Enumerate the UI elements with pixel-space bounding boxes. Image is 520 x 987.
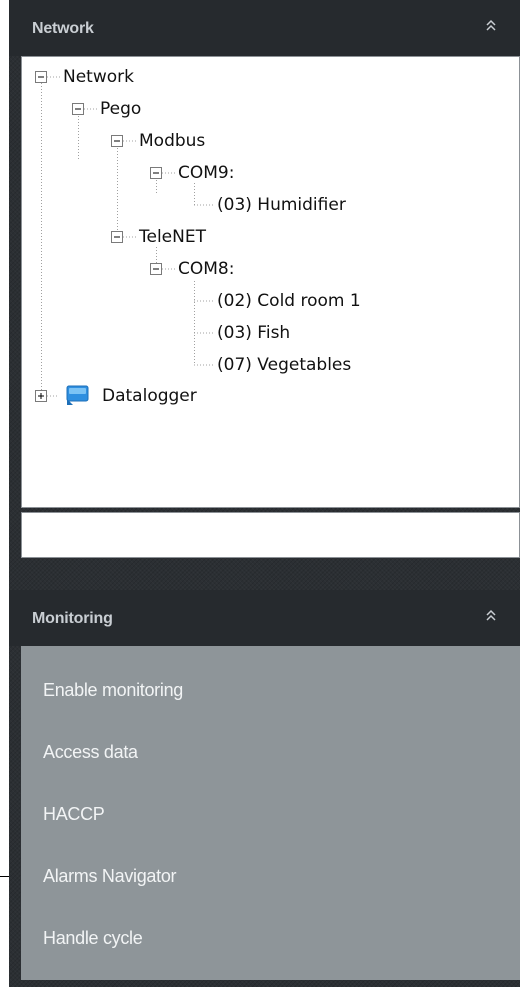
- datalogger-icon: [66, 385, 89, 405]
- network-filter-input[interactable]: [21, 512, 520, 558]
- network-panel-header[interactable]: Network: [9, 0, 520, 56]
- menu-item-alarms-navigator[interactable]: Alarms Navigator: [43, 866, 177, 887]
- collapse-toggle-icon[interactable]: [35, 71, 48, 84]
- collapse-icon[interactable]: [484, 606, 498, 626]
- tree-node-telenet[interactable]: TeleNET: [139, 227, 206, 247]
- tree-node-vegetables[interactable]: (07) Vegetables: [217, 355, 351, 375]
- menu-item-access-data[interactable]: Access data: [43, 742, 138, 763]
- network-panel-title: Network: [32, 20, 94, 37]
- monitoring-panel-title: Monitoring: [32, 610, 113, 627]
- collapse-toggle-icon[interactable]: [72, 103, 85, 116]
- tree-node-com9[interactable]: COM9:: [178, 163, 234, 183]
- tree-node-network[interactable]: Network: [63, 67, 134, 87]
- tree-node-humidifier[interactable]: (03) Humidifier: [217, 195, 346, 215]
- network-tree[interactable]: Network Pego Modbus COM9: (03) Humidifie…: [21, 56, 520, 508]
- menu-item-enable-monitoring[interactable]: Enable monitoring: [43, 680, 183, 701]
- tree-connector-lines: [41, 76, 214, 397]
- menu-item-haccp[interactable]: HACCP: [43, 804, 105, 825]
- menu-item-handle-cycle[interactable]: Handle cycle: [43, 928, 143, 949]
- collapse-toggle-icon[interactable]: [111, 135, 124, 148]
- collapse-toggle-icon[interactable]: [150, 167, 163, 180]
- tree-node-cold-room[interactable]: (02) Cold room 1: [217, 291, 361, 311]
- expand-toggle-icon[interactable]: [35, 390, 48, 403]
- tree-node-datalogger[interactable]: Datalogger: [102, 386, 197, 406]
- monitoring-menu: Enable monitoring Access data HACCP Alar…: [21, 646, 520, 980]
- tree-node-fish[interactable]: (03) Fish: [217, 323, 290, 343]
- tree-node-com8[interactable]: COM8:: [178, 259, 234, 279]
- collapse-toggle-icon[interactable]: [150, 263, 163, 276]
- collapse-icon[interactable]: [484, 16, 498, 36]
- tree-node-pego[interactable]: Pego: [100, 99, 141, 119]
- tree-node-modbus[interactable]: Modbus: [139, 131, 205, 151]
- collapse-toggle-icon[interactable]: [111, 231, 124, 244]
- side-panel: Network Network Pego Modbus COM9: (03) H…: [9, 0, 520, 987]
- monitoring-panel-header[interactable]: Monitoring: [9, 590, 520, 646]
